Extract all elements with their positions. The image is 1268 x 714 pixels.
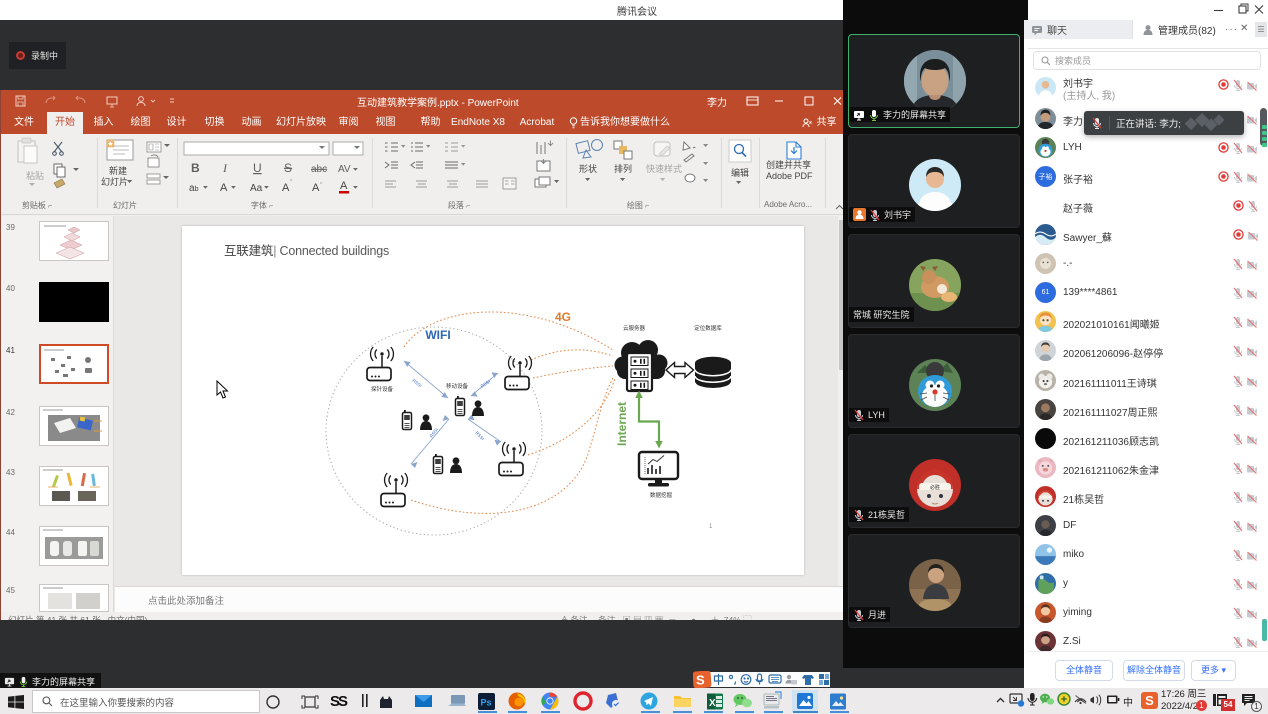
svg-text:A: A (312, 182, 320, 194)
svg-text:A: A (220, 182, 228, 194)
svg-text:B: B (191, 161, 200, 175)
svg-text:4G: 4G (555, 310, 571, 324)
svg-text:ˇ: ˇ (320, 183, 323, 190)
svg-text:A: A (282, 182, 290, 194)
svg-text:1: 1 (709, 524, 713, 530)
svg-text:创建并共享: 创建并共享 (766, 159, 811, 170)
svg-text:粘贴: 粘贴 (26, 170, 44, 181)
svg-text:S: S (696, 673, 705, 688)
svg-text:Adobe PDF: Adobe PDF (766, 171, 813, 181)
svg-text:云服务器: 云服务器 (623, 324, 646, 332)
svg-text:ab: ab (189, 183, 199, 194)
svg-text:abc: abc (311, 164, 327, 175)
svg-text:移动设备: 移动设备 (446, 382, 469, 390)
svg-text:AV: AV (338, 164, 351, 175)
svg-text:WIFI: WIFI (425, 328, 450, 342)
svg-text:Aa: Aa (250, 183, 263, 194)
svg-text:I: I (222, 161, 228, 175)
svg-text:U: U (253, 161, 262, 175)
svg-text:形状: 形状 (579, 163, 597, 174)
svg-text:Ps: Ps (481, 698, 492, 708)
svg-text:定位数据库: 定位数据库 (694, 324, 722, 332)
svg-text:探针设备: 探针设备 (371, 385, 394, 393)
svg-text:必胜: 必胜 (930, 484, 940, 491)
svg-text:快速样式: 快速样式 (646, 163, 682, 174)
svg-text:新建: 新建 (109, 165, 127, 176)
svg-text:ˆ: ˆ (290, 180, 293, 187)
svg-text:S: S (284, 161, 292, 175)
svg-text:A: A (340, 180, 348, 192)
svg-text:SS: SS (330, 693, 348, 710)
svg-text:幻灯片: 幻灯片 (101, 176, 128, 187)
svg-text:数据挖掘: 数据挖掘 (650, 491, 673, 499)
svg-text:RSSI: RSSI (411, 378, 422, 388)
svg-text:Internet: Internet (615, 402, 629, 446)
svg-text:RSSI: RSSI (474, 430, 485, 441)
svg-text:X: X (709, 698, 716, 709)
svg-text:排列: 排列 (614, 163, 632, 174)
svg-text:编辑: 编辑 (731, 167, 749, 178)
